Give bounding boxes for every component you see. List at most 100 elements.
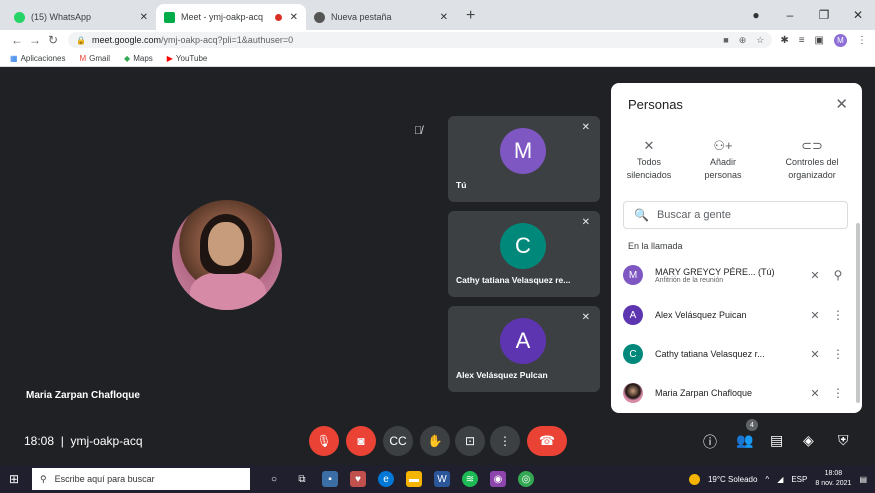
menu-icon[interactable]: ⋮ <box>857 35 867 46</box>
list-item[interactable]: M MARY GREYCY PÉRE... (Tú) Anfitrión de l… <box>623 261 848 289</box>
chrome-icon <box>314 11 325 23</box>
list-item[interactable]: C Cathy tatiana Velasquez r... ✕ ⋮ <box>623 340 848 368</box>
close-icon[interactable]: ✕ <box>440 12 448 23</box>
person-name: Maria Zarpan Chafloque <box>655 388 753 398</box>
more-options-button[interactable]: ⋮ <box>490 426 520 456</box>
edge-icon[interactable]: e <box>378 471 394 487</box>
spotify-icon[interactable]: ≋ <box>462 471 478 487</box>
close-icon[interactable]: ✕ <box>140 12 148 23</box>
cortana-icon[interactable]: ○ <box>266 471 282 487</box>
zoom-icon[interactable]: ⊕ <box>739 35 747 46</box>
recording-icon <box>274 13 282 21</box>
extensions: ✱ ≡ ▣ M ⋮ <box>780 33 867 47</box>
minimize-button[interactable]: – <box>773 8 807 22</box>
queue-icon[interactable]: ≡ <box>799 35 805 46</box>
more-options-icon[interactable]: ⋮ <box>828 308 848 322</box>
mic-toggle-button[interactable]: 🎙 <box>309 426 339 456</box>
list-item[interactable]: A Alex Velásquez Puican ✕ ⋮ <box>623 301 848 329</box>
panel-title: Personas <box>628 97 683 112</box>
avatar: M <box>623 265 643 285</box>
windows-start-icon[interactable]: ⊞ <box>0 472 28 486</box>
folder-icon[interactable]: ▬ <box>406 471 422 487</box>
mic-off-icon: ✕ <box>643 138 655 153</box>
activities-icon[interactable]: ◈ <box>803 432 814 449</box>
avatar <box>623 383 643 403</box>
pin-icon[interactable]: ⚲ <box>828 268 848 282</box>
tab-title: (15) WhatsApp <box>31 12 92 22</box>
forward-button[interactable]: → <box>26 33 44 47</box>
camera-icon[interactable]: ■ <box>723 35 728 46</box>
participant-count-badge: 4 <box>746 419 758 431</box>
mic-off-icon: ✕ <box>810 387 820 400</box>
whatsapp-icon <box>14 11 25 23</box>
close-panel-button[interactable]: ✕ <box>835 95 848 113</box>
person-name: Alex Velásquez Puican <box>655 310 747 320</box>
lang-indicator[interactable]: ESP <box>791 475 807 484</box>
back-button[interactable]: ← <box>8 33 26 47</box>
participant-tile[interactable]: M Tú ✕ <box>448 116 600 202</box>
info-icon[interactable]: ⓘ <box>703 432 717 452</box>
bookmark-star-icon[interactable]: ☆ <box>756 35 764 46</box>
notifications-icon[interactable]: ▤ <box>859 475 867 484</box>
tab-title: Meet - ymj-oakp-acq <box>181 12 264 22</box>
present-button[interactable]: ⊡ <box>455 426 485 456</box>
profile-avatar[interactable]: M <box>834 33 847 47</box>
avatar: C <box>623 344 643 364</box>
task-view-icon[interactable]: ⧉ <box>294 471 310 487</box>
word-icon[interactable]: W <box>434 471 450 487</box>
bookmark-youtube[interactable]: ▶ YouTube <box>167 54 208 63</box>
participant-tile[interactable]: A Alex Velásquez Pulcan ✕ <box>448 306 600 392</box>
people-icon[interactable]: 👥 <box>736 432 753 449</box>
sidebar-icon[interactable]: ▣ <box>815 35 824 46</box>
more-options-icon[interactable]: ⋮ <box>828 386 848 400</box>
add-person-icon: ⚇+ <box>713 138 733 153</box>
mic-off-icon: ✕ <box>581 217 590 228</box>
network-icon[interactable]: ◢ <box>777 475 783 484</box>
lock-icon: 🔒 <box>76 35 86 45</box>
taskbar: ⊞ ⚲ Escribe aquí para buscar ○ ⧉ ▪ ♥ e ▬… <box>0 465 875 493</box>
close-window-button[interactable]: ✕ <box>841 8 875 22</box>
participant-tile[interactable]: C Cathy tatiana Velasquez re... ✕ <box>448 211 600 297</box>
chrome-icon[interactable]: ◎ <box>518 471 534 487</box>
camera-toggle-button[interactable]: ◙ <box>346 426 376 456</box>
profile-dot-icon[interactable]: ● <box>739 8 773 22</box>
leave-call-button[interactable]: ☎ <box>527 426 567 456</box>
mic-off-icon: ✕ <box>810 269 820 282</box>
mic-off-icon: ✕ <box>810 309 820 322</box>
url-path: /ymj-oakp-acq?pli=1&authuser=0 <box>161 35 294 45</box>
mute-all-button[interactable]: ✕ Todos silenciados <box>621 139 677 182</box>
clock[interactable]: 18:08 8 nov. 2021 <box>815 469 851 489</box>
avatar: M <box>500 128 546 174</box>
taskbar-search-input[interactable]: ⚲ Escribe aquí para buscar <box>32 468 250 490</box>
raise-hand-button[interactable]: ✋ <box>420 426 450 456</box>
person-name: MARY GREYCY PÉRE... (Tú) <box>655 266 775 277</box>
bookmark-gmail[interactable]: M Gmail <box>79 54 110 63</box>
scrollbar[interactable] <box>856 223 860 403</box>
weather-text[interactable]: 19°C Soleado <box>708 475 757 484</box>
chevron-up-icon[interactable]: ^ <box>765 475 769 484</box>
tab-meet[interactable]: Meet - ymj-oakp-acq ✕ <box>156 4 306 30</box>
people-search-input[interactable]: 🔍 Buscar a gente <box>623 201 848 229</box>
add-people-button[interactable]: ⚇+ Añadir personas <box>693 139 753 182</box>
more-options-icon[interactable]: ⋮ <box>828 347 848 361</box>
chat-icon[interactable]: ▤ <box>770 432 783 449</box>
tab-strip: (15) WhatsApp ✕ Meet - ymj-oakp-acq ✕ Nu… <box>0 0 875 30</box>
app-icon[interactable]: ▪ <box>322 471 338 487</box>
host-controls-icon[interactable]: ⛨ <box>838 432 849 449</box>
bookmark-maps[interactable]: ◆ Maps <box>124 54 153 63</box>
address-bar[interactable]: 🔒 meet.google.com/ymj-oakp-acq?pli=1&aut… <box>68 32 773 48</box>
weather-icon <box>688 473 700 485</box>
new-tab-button[interactable]: + <box>466 7 475 25</box>
bookmark-apps[interactable]: ▦ Aplicaciones <box>10 54 65 63</box>
app-icon[interactable]: ♥ <box>350 471 366 487</box>
close-icon[interactable]: ✕ <box>290 12 298 23</box>
tab-new[interactable]: Nueva pestaña ✕ <box>306 4 456 30</box>
tab-whatsapp[interactable]: (15) WhatsApp ✕ <box>6 4 156 30</box>
restore-button[interactable]: ❐ <box>807 8 841 22</box>
captions-button[interactable]: CC <box>383 426 413 456</box>
host-controls-button[interactable]: ⊂⊃ Controles del organizador <box>775 139 849 182</box>
puzzle-icon[interactable]: ✱ <box>780 35 788 46</box>
app-icon[interactable]: ◉ <box>490 471 506 487</box>
reload-button[interactable]: ↻ <box>44 33 62 47</box>
list-item[interactable]: Maria Zarpan Chafloque ✕ ⋮ <box>623 379 848 407</box>
